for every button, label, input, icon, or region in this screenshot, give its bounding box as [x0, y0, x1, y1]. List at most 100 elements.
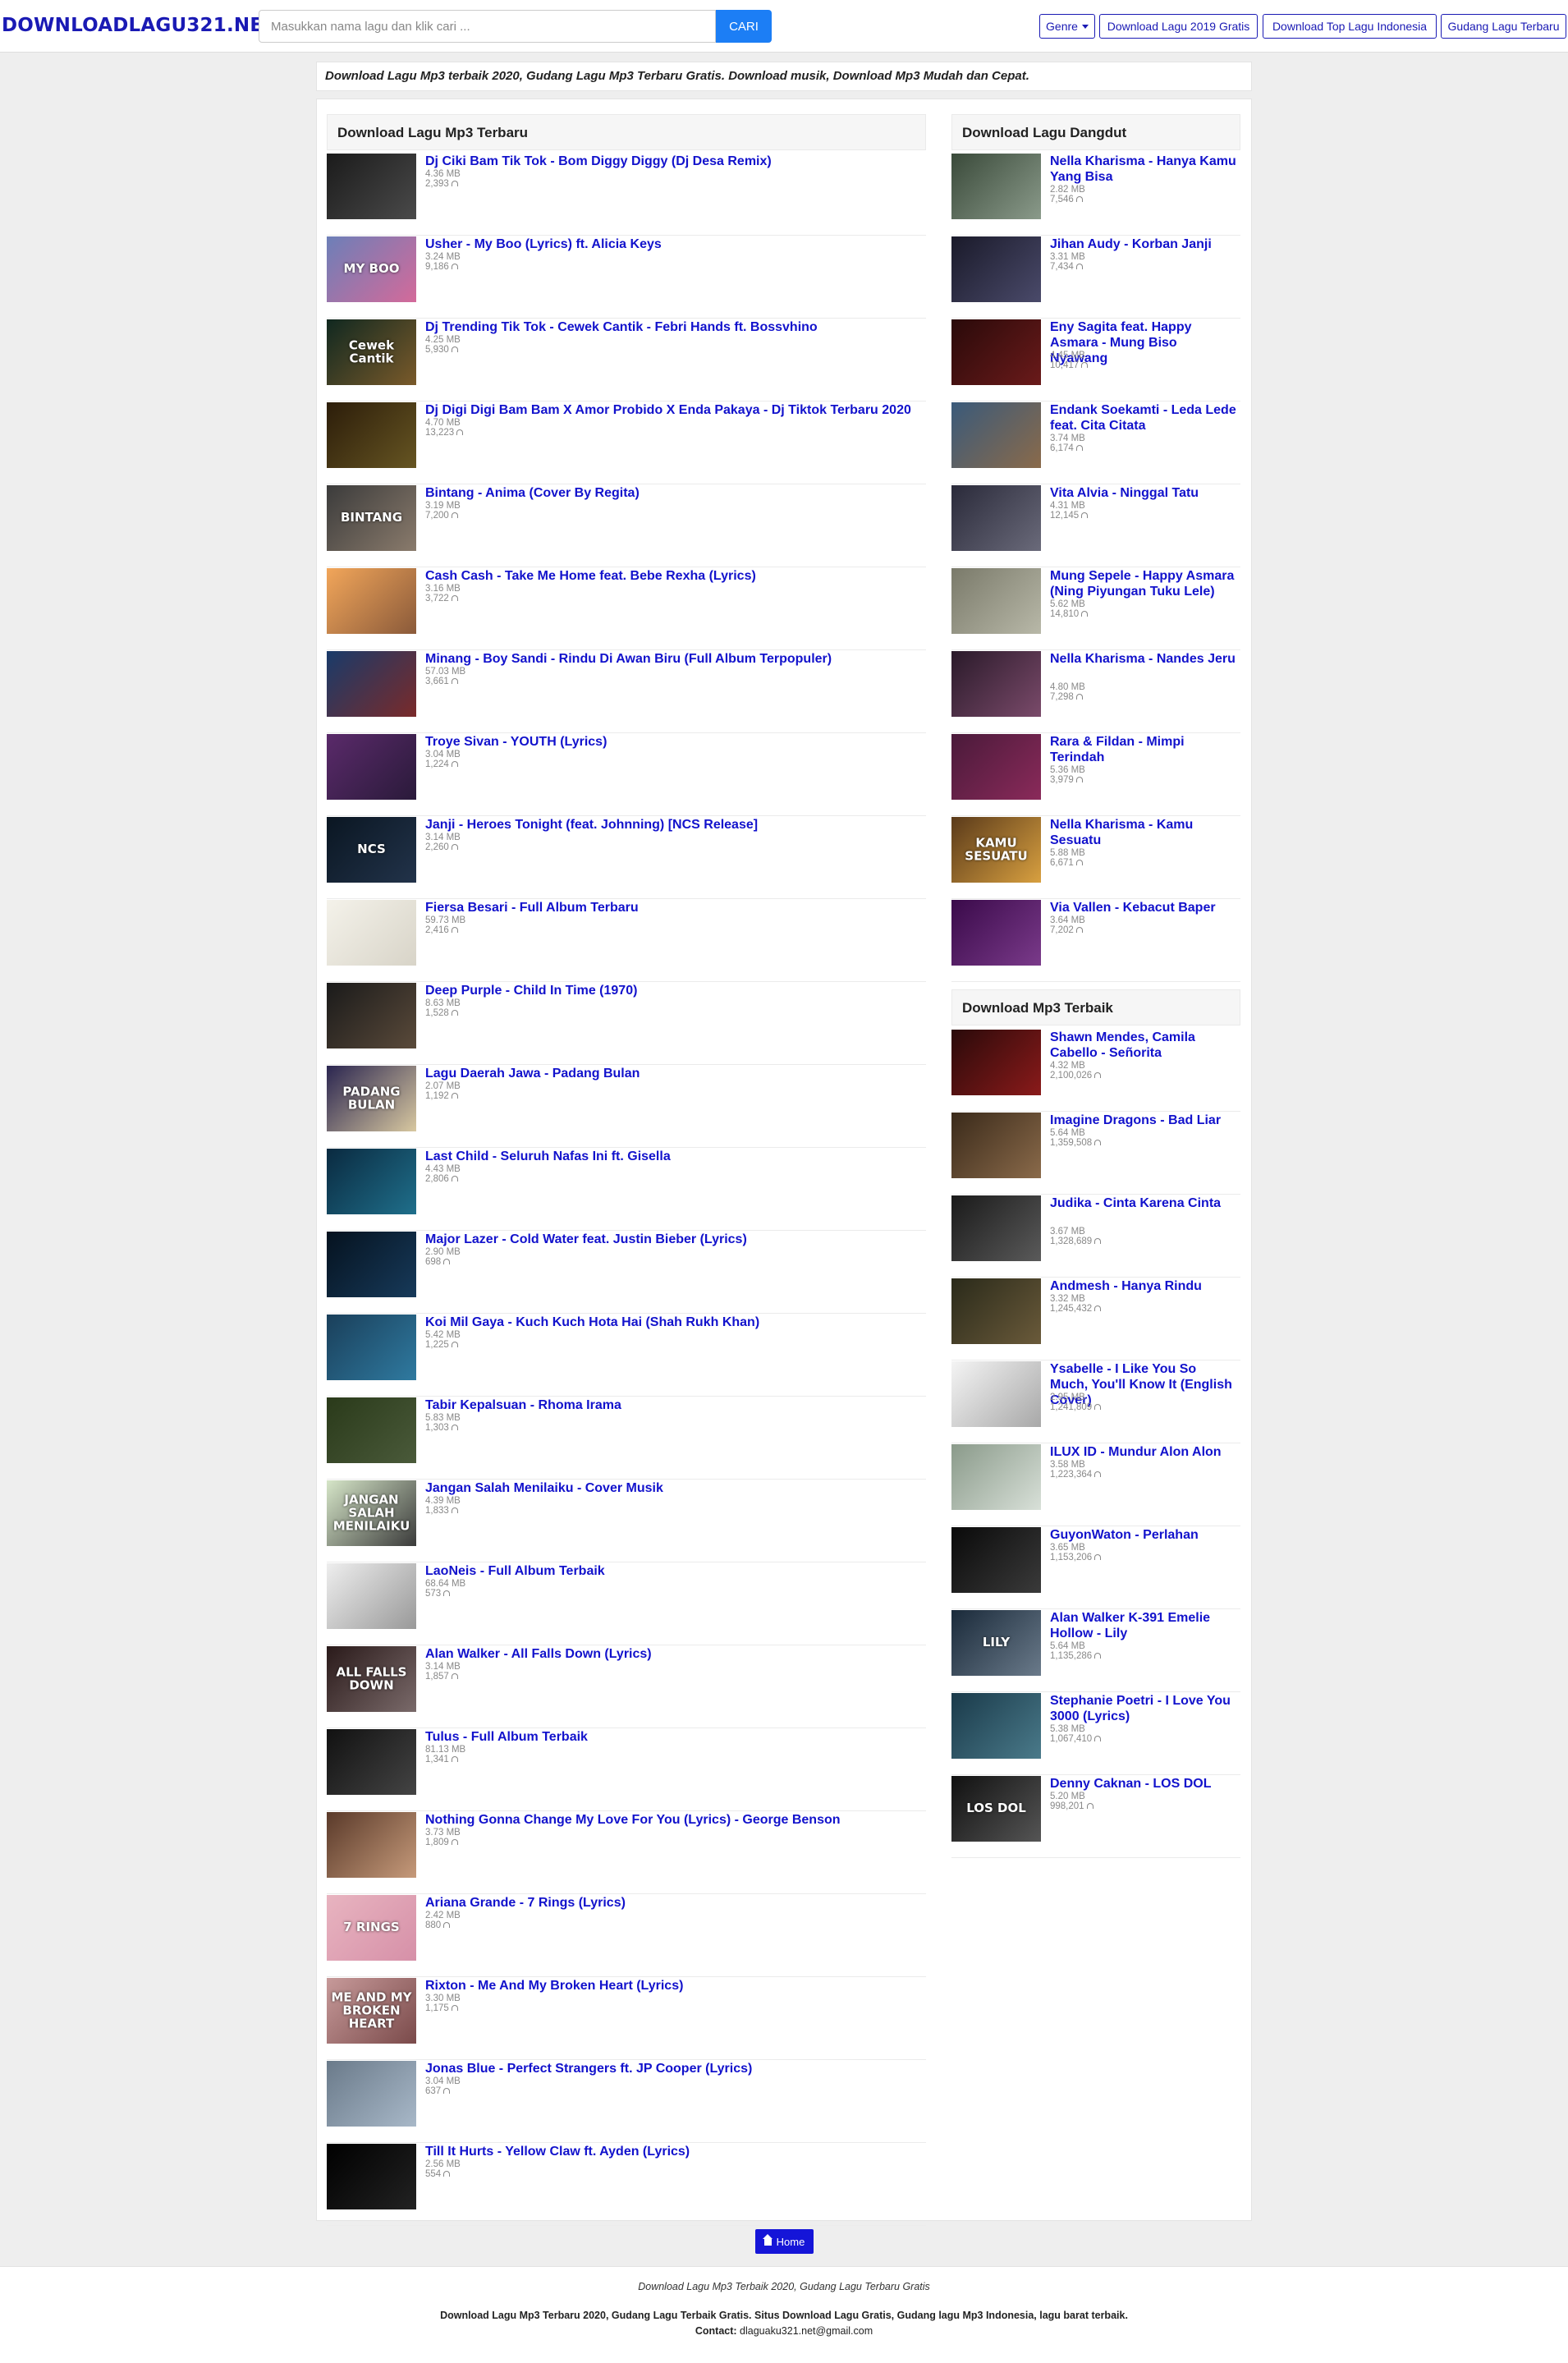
song-title-link[interactable]: Nothing Gonna Change My Love For You (Ly… — [425, 1812, 922, 1828]
song-thumbnail[interactable] — [951, 1278, 1041, 1344]
song-title-link[interactable]: Nella Kharisma - Kamu Sesuatu — [1050, 817, 1236, 848]
song-item[interactable]: GuyonWaton - Perlahan 3.65 MB 1,153,206 — [951, 1527, 1240, 1609]
song-thumbnail[interactable] — [951, 236, 1041, 302]
song-thumbnail[interactable] — [951, 651, 1041, 717]
song-thumbnail[interactable]: MY BOO — [327, 236, 416, 302]
home-button[interactable]: Home — [755, 2229, 814, 2254]
song-thumbnail[interactable] — [327, 1729, 416, 1795]
song-thumbnail[interactable] — [327, 402, 416, 468]
song-item[interactable]: Nella Kharisma - Hanya Kamu Yang Bisa 2.8… — [951, 154, 1240, 236]
song-thumbnail[interactable] — [327, 154, 416, 219]
song-item[interactable]: JANGAN SALAH MENILAIKU Jangan Salah Menil… — [327, 1480, 926, 1562]
song-thumbnail[interactable] — [327, 734, 416, 800]
song-item[interactable]: Nella Kharisma - Nandes Jeru 4.80 MB 7,298 — [951, 651, 1240, 733]
song-title-link[interactable]: Major Lazer - Cold Water feat. Justin Bi… — [425, 1232, 922, 1247]
search-input[interactable] — [259, 10, 716, 43]
song-item[interactable]: Dj Ciki Bam Tik Tok - Bom Diggy Diggy (D… — [327, 154, 926, 236]
song-thumbnail[interactable]: KAMU SESUATU — [951, 817, 1041, 883]
song-item[interactable]: Deep Purple - Child In Time (1970) 8.63 M… — [327, 983, 926, 1065]
song-title-link[interactable]: Denny Caknan - LOS DOL — [1050, 1776, 1236, 1792]
song-item[interactable]: Major Lazer - Cold Water feat. Justin Bi… — [327, 1232, 926, 1314]
song-title-link[interactable]: GuyonWaton - Perlahan — [1050, 1527, 1236, 1543]
song-title-link[interactable]: Nella Kharisma - Nandes Jeru — [1050, 651, 1236, 667]
song-thumbnail[interactable] — [951, 1030, 1041, 1095]
song-thumbnail[interactable] — [951, 900, 1041, 966]
song-thumbnail[interactable] — [951, 734, 1041, 800]
song-item[interactable]: Ysabelle - I Like You So Much, You'll Kn… — [951, 1361, 1240, 1443]
song-item[interactable]: Koi Mil Gaya - Kuch Kuch Hota Hai (Shah … — [327, 1315, 926, 1397]
song-thumbnail[interactable] — [951, 1361, 1041, 1427]
song-title-link[interactable]: Rixton - Me And My Broken Heart (Lyrics) — [425, 1978, 922, 1994]
song-item[interactable]: NCS Janji - Heroes Tonight (feat. Johnnin… — [327, 817, 926, 899]
song-item[interactable]: ALL FALLS DOWN Alan Walker - All Falls Do… — [327, 1646, 926, 1728]
song-title-link[interactable]: Bintang - Anima (Cover By Regita) — [425, 485, 922, 501]
song-title-link[interactable]: Stephanie Poetri - I Love You 3000 (Lyri… — [1050, 1693, 1236, 1724]
song-item[interactable]: KAMU SESUATU Nella Kharisma - Kamu Sesuat… — [951, 817, 1240, 899]
song-title-link[interactable]: Tulus - Full Album Terbaik — [425, 1729, 922, 1745]
song-title-link[interactable]: Jihan Audy - Korban Janji — [1050, 236, 1236, 252]
song-title-link[interactable]: Cash Cash - Take Me Home feat. Bebe Rexh… — [425, 568, 922, 584]
song-title-link[interactable]: Janji - Heroes Tonight (feat. Johnning) … — [425, 817, 922, 833]
song-thumbnail[interactable]: BINTANG — [327, 485, 416, 551]
song-thumbnail[interactable] — [327, 900, 416, 966]
song-title-link[interactable]: Dj Ciki Bam Tik Tok - Bom Diggy Diggy (D… — [425, 154, 922, 169]
song-thumbnail[interactable]: LILY — [951, 1610, 1041, 1676]
song-item[interactable]: Mung Sepele - Happy Asmara (Ning Piyunga… — [951, 568, 1240, 650]
song-thumbnail[interactable] — [951, 319, 1041, 385]
song-thumbnail[interactable] — [327, 2061, 416, 2127]
song-title-link[interactable]: Koi Mil Gaya - Kuch Kuch Hota Hai (Shah … — [425, 1315, 922, 1330]
song-item[interactable]: Last Child - Seluruh Nafas Ini ft. Gisel… — [327, 1149, 926, 1231]
song-item[interactable]: Minang - Boy Sandi - Rindu Di Awan Biru … — [327, 651, 926, 733]
song-title-link[interactable]: Tabir Kepalsuan - Rhoma Irama — [425, 1397, 922, 1413]
song-thumbnail[interactable]: PADANG BULAN — [327, 1066, 416, 1131]
genre-dropdown[interactable]: Genre — [1039, 14, 1095, 39]
song-title-link[interactable]: Minang - Boy Sandi - Rindu Di Awan Biru … — [425, 651, 922, 667]
song-title-link[interactable]: Imagine Dragons - Bad Liar — [1050, 1113, 1236, 1128]
song-title-link[interactable]: Troye Sivan - YOUTH (Lyrics) — [425, 734, 922, 750]
song-title-link[interactable]: Alan Walker - All Falls Down (Lyrics) — [425, 1646, 922, 1662]
song-thumbnail[interactable] — [951, 1527, 1041, 1593]
song-item[interactable]: Till It Hurts - Yellow Claw ft. Ayden (L… — [327, 2144, 926, 2226]
song-item[interactable]: Rara & Fildan - Mimpi Terindah 5.36 MB 3,9… — [951, 734, 1240, 816]
song-thumbnail[interactable] — [327, 1563, 416, 1629]
song-title-link[interactable]: Dj Trending Tik Tok - Cewek Cantik - Feb… — [425, 319, 922, 335]
song-thumbnail[interactable]: NCS — [327, 817, 416, 883]
song-thumbnail[interactable] — [951, 1195, 1041, 1261]
song-thumbnail[interactable] — [327, 983, 416, 1048]
song-thumbnail[interactable] — [951, 568, 1041, 634]
song-thumbnail[interactable] — [327, 1812, 416, 1878]
song-thumbnail[interactable] — [327, 1397, 416, 1463]
song-title-link[interactable]: Andmesh - Hanya Rindu — [1050, 1278, 1236, 1294]
song-item[interactable]: ILUX ID - Mundur Alon Alon 3.58 MB 1,223,3… — [951, 1444, 1240, 1526]
song-title-link[interactable]: ILUX ID - Mundur Alon Alon — [1050, 1444, 1236, 1460]
song-title-link[interactable]: Mung Sepele - Happy Asmara (Ning Piyunga… — [1050, 568, 1236, 599]
song-thumbnail[interactable] — [951, 1693, 1041, 1759]
song-item[interactable]: Fiersa Besari - Full Album Terbaru 59.73 … — [327, 900, 926, 982]
song-thumbnail[interactable] — [327, 1315, 416, 1380]
nav-link-top-lagu[interactable]: Download Top Lagu Indonesia — [1263, 14, 1437, 39]
song-thumbnail[interactable]: 7 RINGS — [327, 1895, 416, 1961]
song-title-link[interactable]: LaoNeis - Full Album Terbaik — [425, 1563, 922, 1579]
song-title-link[interactable]: Shawn Mendes, Camila Cabello - Señorita — [1050, 1030, 1236, 1061]
song-title-link[interactable]: Judika - Cinta Karena Cinta — [1050, 1195, 1236, 1211]
song-title-link[interactable]: Lagu Daerah Jawa - Padang Bulan — [425, 1066, 922, 1081]
song-thumbnail[interactable] — [327, 651, 416, 717]
song-title-link[interactable]: Endank Soekamti - Leda Lede feat. Cita C… — [1050, 402, 1236, 434]
contact-email[interactable]: dlaguaku321.net@gmail.com — [740, 2325, 873, 2337]
song-item[interactable]: MY BOO Usher - My Boo (Lyrics) ft. Alicia… — [327, 236, 926, 319]
song-item[interactable]: Shawn Mendes, Camila Cabello - Señorita 4… — [951, 1030, 1240, 1112]
song-item[interactable]: Vita Alvia - Ninggal Tatu 4.31 MB 12,145 — [951, 485, 1240, 567]
song-item[interactable]: LaoNeis - Full Album Terbaik 68.64 MB 573 — [327, 1563, 926, 1645]
song-title-link[interactable]: Deep Purple - Child In Time (1970) — [425, 983, 922, 998]
song-item[interactable]: Imagine Dragons - Bad Liar 5.64 MB 1,359,5… — [951, 1113, 1240, 1195]
song-title-link[interactable]: Jangan Salah Menilaiku - Cover Musik — [425, 1480, 922, 1496]
song-thumbnail[interactable]: Cewek Cantik — [327, 319, 416, 385]
song-thumbnail[interactable] — [951, 485, 1041, 551]
song-item[interactable]: Andmesh - Hanya Rindu 3.32 MB 1,245,432 — [951, 1278, 1240, 1360]
song-item[interactable]: Dj Digi Digi Bam Bam X Amor Probido X En… — [327, 402, 926, 484]
song-item[interactable]: Tabir Kepalsuan - Rhoma Irama 5.83 MB 1,30… — [327, 1397, 926, 1480]
song-thumbnail[interactable] — [327, 1149, 416, 1214]
song-thumbnail[interactable] — [327, 2144, 416, 2209]
song-thumbnail[interactable]: ALL FALLS DOWN — [327, 1646, 416, 1712]
song-title-link[interactable]: Nella Kharisma - Hanya Kamu Yang Bisa — [1050, 154, 1236, 185]
